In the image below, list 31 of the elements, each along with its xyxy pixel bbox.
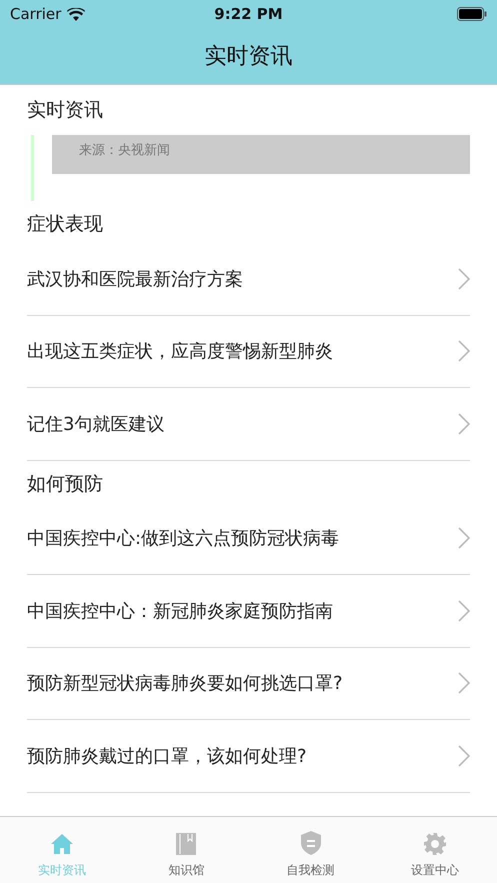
chevron-icon [458, 340, 470, 362]
book-icon [175, 832, 198, 856]
chevron-icon [458, 527, 470, 550]
tab-item[interactable]: 知识馆 [124, 817, 248, 883]
chevron-icon [458, 600, 470, 622]
carrier-label: Carrier [10, 5, 62, 23]
wifi-icon [67, 8, 86, 20]
article-row[interactable]: 记住3句就医建议 [27, 388, 470, 460]
tab-item[interactable]: 自我检测 [248, 817, 373, 883]
article-row[interactable]: 中国疾控中心：新冠肺炎家庭预防指南 [27, 575, 470, 648]
chevron-icon [458, 744, 470, 767]
news-source: 来源：央视新闻 [79, 143, 170, 158]
article-row[interactable]: 中国疾控中心:做到这六点预防冠状病毒 [27, 502, 470, 575]
chevron-icon [458, 268, 470, 290]
settings-icon [422, 832, 447, 856]
battery-icon [457, 7, 487, 21]
status-time: 9:22 PM [214, 5, 283, 23]
chevron-icon [458, 672, 470, 694]
article-row[interactable]: 武汉协和医院最新治疗方案 [27, 243, 470, 316]
shield-icon [300, 830, 322, 856]
home-icon [50, 832, 74, 856]
accent-bar [31, 135, 34, 201]
tab-item[interactable]: 设置中心 [372, 817, 497, 883]
article-row[interactable]: 预防肺炎戴过的口罩，该如何处理? [27, 720, 470, 792]
article-row[interactable]: 出现这五类症状，应高度警惕新型肺炎 [27, 316, 470, 388]
section-heading: 如何预防 [27, 472, 104, 496]
section-heading: 实时资讯 [27, 98, 104, 123]
nav-title: 实时资讯 [204, 43, 292, 71]
chevron-icon [458, 412, 470, 435]
section-heading: 症状表现 [27, 212, 104, 237]
article-row[interactable]: 预防新型冠状病毒肺炎要如何挑选口罩? [27, 648, 470, 720]
